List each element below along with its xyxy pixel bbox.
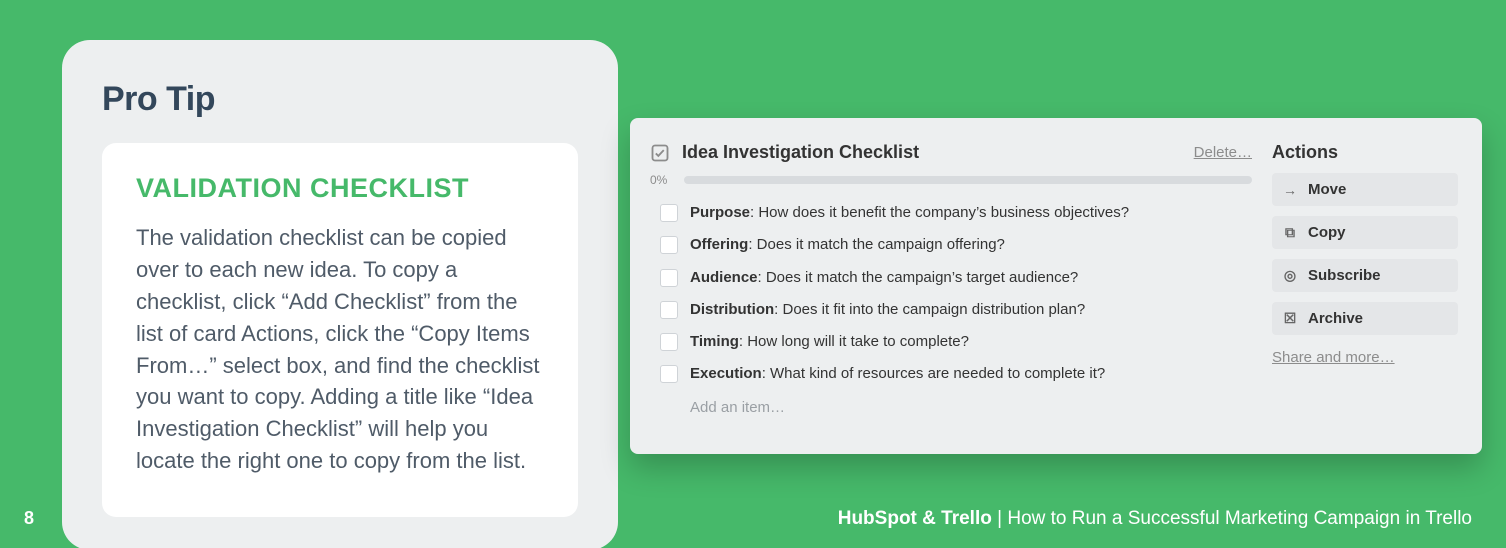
checklist-item-label: Distribution <box>690 301 774 318</box>
move-icon: → <box>1282 182 1298 198</box>
archive-icon: ☒ <box>1282 310 1298 327</box>
pro-tip-card: Pro Tip VALIDATION CHECKLIST The validat… <box>62 40 618 548</box>
action-move-button[interactable]: → Move <box>1272 173 1458 206</box>
checklist-item-label: Purpose <box>690 204 750 221</box>
checklist-item[interactable]: Offering: Does it match the campaign off… <box>650 229 1252 261</box>
action-label: Move <box>1308 181 1346 198</box>
checklist-item-text: Offering: Does it match the campaign off… <box>690 235 1252 255</box>
progress-row: 0% <box>650 173 1252 187</box>
checklist-panel: Idea Investigation Checklist Delete… 0% … <box>650 142 1272 434</box>
checklist-item-text: Audience: Does it match the campaign’s t… <box>690 268 1252 288</box>
pro-tip-body-text: The validation checklist can be copied o… <box>136 222 544 477</box>
checklist-item-desc: : Does it fit into the campaign distribu… <box>774 301 1085 318</box>
checklist-item-desc: : How long will it take to complete? <box>739 333 969 350</box>
footer-text: HubSpot & Trello | How to Run a Successf… <box>838 508 1472 530</box>
checklist-item[interactable]: Timing: How long will it take to complet… <box>650 326 1252 358</box>
checklist-header: Idea Investigation Checklist Delete… <box>650 142 1252 163</box>
checklist-item-text: Purpose: How does it benefit the company… <box>690 203 1252 223</box>
checklist-item[interactable]: Purpose: How does it benefit the company… <box>650 197 1252 229</box>
checkbox[interactable] <box>660 269 678 287</box>
footer-sep: | <box>992 508 1008 529</box>
checklist-items: Purpose: How does it benefit the company… <box>650 197 1252 391</box>
checklist-item-text: Execution: What kind of resources are ne… <box>690 364 1252 384</box>
footer-title: How to Run a Successful Marketing Campai… <box>1007 508 1472 529</box>
checklist-item-label: Execution <box>690 365 762 382</box>
add-item-button[interactable]: Add an item… <box>650 391 1252 416</box>
delete-checklist-link[interactable]: Delete… <box>1194 144 1252 161</box>
page-number: 8 <box>24 508 34 529</box>
share-and-more-link[interactable]: Share and more… <box>1272 349 1458 366</box>
action-copy-button[interactable]: ⧉ Copy <box>1272 216 1458 249</box>
checklist-item[interactable]: Distribution: Does it fit into the campa… <box>650 294 1252 326</box>
validation-checklist-heading: VALIDATION CHECKLIST <box>136 173 544 204</box>
progress-bar <box>684 176 1252 184</box>
checklist-item-label: Timing <box>690 333 739 350</box>
checklist-item[interactable]: Execution: What kind of resources are ne… <box>650 358 1252 390</box>
action-label: Subscribe <box>1308 267 1381 284</box>
pro-tip-body-card: VALIDATION CHECKLIST The validation chec… <box>102 143 578 517</box>
checkbox[interactable] <box>660 365 678 383</box>
checklist-item-label: Audience <box>690 269 758 286</box>
subscribe-icon: ◎ <box>1282 267 1298 284</box>
checklist-item-desc: : Does it match the campaign offering? <box>748 236 1005 253</box>
action-subscribe-button[interactable]: ◎ Subscribe <box>1272 259 1458 292</box>
checklist-item[interactable]: Audience: Does it match the campaign’s t… <box>650 262 1252 294</box>
progress-percent: 0% <box>650 173 674 187</box>
actions-panel: Actions → Move ⧉ Copy ◎ Subscribe ☒ Archive Sha… <box>1272 142 1458 434</box>
action-archive-button[interactable]: ☒ Archive <box>1272 302 1458 335</box>
checklist-item-label: Offering <box>690 236 748 253</box>
checklist-item-text: Timing: How long will it take to complet… <box>690 332 1252 352</box>
checkbox[interactable] <box>660 236 678 254</box>
checklist-item-desc: : What kind of resources are needed to c… <box>762 365 1106 382</box>
checkbox[interactable] <box>660 301 678 319</box>
pro-tip-heading: Pro Tip <box>102 80 578 119</box>
trello-checklist-panel: Idea Investigation Checklist Delete… 0% … <box>630 118 1482 454</box>
checklist-icon <box>650 143 670 163</box>
checklist-item-text: Distribution: Does it fit into the campa… <box>690 300 1252 320</box>
action-label: Archive <box>1308 310 1363 327</box>
action-label: Copy <box>1308 224 1346 241</box>
checklist-item-desc: : How does it benefit the company’s busi… <box>750 204 1129 221</box>
checklist-item-desc: : Does it match the campaign’s target au… <box>758 269 1079 286</box>
copy-icon: ⧉ <box>1282 224 1298 241</box>
footer-brand: HubSpot & Trello <box>838 508 992 529</box>
checkbox[interactable] <box>660 333 678 351</box>
actions-heading: Actions <box>1272 142 1458 163</box>
checklist-title[interactable]: Idea Investigation Checklist <box>682 142 1182 163</box>
checkbox[interactable] <box>660 204 678 222</box>
